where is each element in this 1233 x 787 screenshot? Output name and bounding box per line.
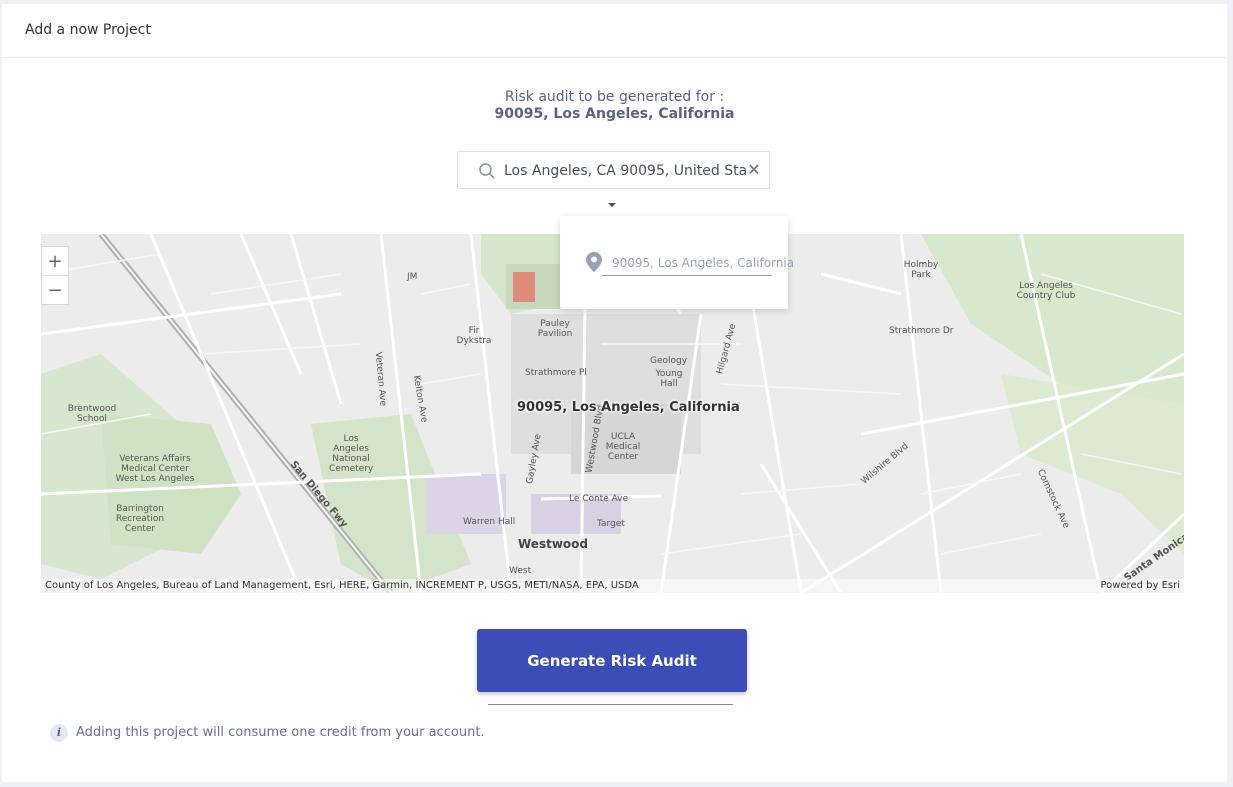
- attribution-text: County of Los Angeles, Bureau of Land Ma…: [45, 580, 639, 591]
- location-search[interactable]: ✕: [457, 151, 770, 189]
- map-label: Veterans Affairs Medical Center West Los…: [115, 454, 195, 484]
- audit-location: 90095, Los Angeles, California: [494, 106, 735, 122]
- button-underline: [488, 704, 733, 705]
- map-label: Pauley Pavilion: [537, 319, 573, 339]
- map-label: Warren Hall: [463, 517, 516, 527]
- map-label: Los Angeles Country Club: [1016, 281, 1076, 301]
- map-label: UCLA Medical Center: [605, 432, 641, 462]
- map-label: Young Hall: [655, 369, 683, 389]
- close-icon[interactable]: ✕: [747, 162, 761, 178]
- map-label: Target: [597, 519, 625, 529]
- map-attribution: County of Los Angeles, Bureau of Land Ma…: [41, 579, 1184, 593]
- map-label: Strathmore Dr: [889, 326, 954, 336]
- map-label: Fir Dykstra: [456, 326, 492, 346]
- map-label: Brentwood School: [67, 404, 117, 424]
- dropdown-caret-icon: [608, 203, 616, 207]
- map-label: JM: [407, 272, 418, 282]
- suggestion-item[interactable]: 90095, Los Angeles, California: [580, 248, 794, 278]
- map-label: Barrington Recreation Center: [115, 504, 165, 534]
- zoom-in-button[interactable]: +: [42, 247, 68, 275]
- zoom-control: + −: [41, 246, 69, 305]
- powered-by-text[interactable]: Powered by Esri: [1100, 579, 1180, 593]
- map-label: Strathmore Pl: [525, 368, 587, 378]
- zoom-out-button[interactable]: −: [42, 275, 68, 304]
- search-input[interactable]: [504, 160, 746, 182]
- map-label: West: [509, 566, 532, 576]
- map-label: Geology: [650, 356, 688, 366]
- audit-label: Risk audit to be generated for :: [504, 89, 725, 105]
- info-icon: i: [50, 724, 68, 742]
- map-label: Holmby Park: [903, 260, 939, 280]
- suggestion-underline: [602, 275, 772, 276]
- search-icon: [479, 163, 495, 179]
- page-title: Add a now Project: [25, 22, 151, 38]
- map-label: Los Angeles National Cemetery: [329, 434, 374, 474]
- info-text: Adding this project will consume one cre…: [76, 725, 485, 740]
- map-label: Westwood: [518, 537, 588, 551]
- map-center-label: 90095, Los Angeles, California: [517, 400, 740, 415]
- location-pin-icon: [586, 252, 602, 272]
- suggestion-dropdown: 90095, Los Angeles, California: [560, 216, 794, 309]
- generate-risk-audit-button[interactable]: Generate Risk Audit: [477, 629, 747, 692]
- map-label: Le Conte Ave: [569, 494, 629, 504]
- suggestion-text: 90095, Los Angeles, California: [612, 256, 795, 270]
- card-header: Add a now Project: [2, 4, 1227, 58]
